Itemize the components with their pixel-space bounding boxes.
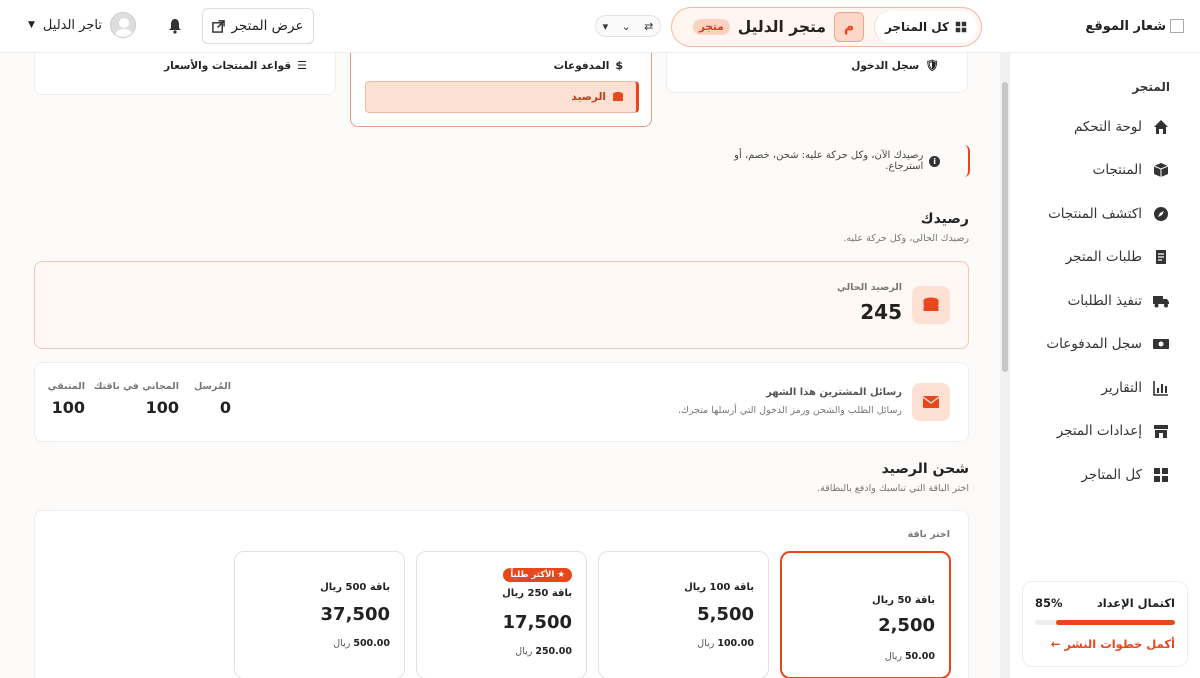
package-option[interactable]: ★ الأكثر طلباً باقة 250 ريال 17,500 250.…	[416, 551, 587, 678]
sliders-icon: ☰	[297, 59, 307, 72]
messages-title: رسائل المشترين هذا الشهر	[766, 387, 902, 398]
stat-free: المجاني في باقتك 100	[93, 381, 179, 417]
tab-balance[interactable]: الرصيد	[365, 81, 639, 113]
boxes-icon	[1152, 161, 1170, 179]
sidebar: شعار الموقع المتجر لوحة التحكم المنتجات …	[1000, 0, 1200, 678]
info-text: رصيدك الآن، وكل حركة عليه: شحن، خصم، أو …	[734, 150, 924, 172]
current-balance-value: 245	[860, 300, 902, 324]
money-icon	[1152, 335, 1170, 353]
store-avatar: م	[833, 12, 864, 42]
sidebar-item-label: المنتجات	[1092, 162, 1142, 179]
store-type-badge: متجر	[692, 19, 730, 35]
pick-package-label: اختر باقة	[907, 529, 950, 540]
bell-icon[interactable]	[168, 18, 182, 34]
envelope-icon	[912, 383, 950, 421]
tab-payments-group: $ المدفوعات الرصيد	[350, 53, 652, 127]
package-option[interactable]: باقة 100 ريال 5,500 100.00ريال	[598, 551, 769, 678]
sidebar-item-label: طلبات المتجر	[1065, 249, 1142, 266]
setup-progress-bar	[1035, 620, 1175, 625]
complete-steps-link[interactable]: أكمل خطوات النشر ←	[1035, 637, 1175, 651]
sidebar-item-products[interactable]: المنتجات	[1010, 149, 1200, 193]
chart-icon	[1152, 379, 1170, 397]
all-stores-button[interactable]: كل المتاجر	[873, 11, 977, 43]
stat-remaining: المتبقي 100	[47, 381, 85, 417]
site-logo[interactable]: شعار الموقع	[1001, 0, 1200, 53]
user-menu[interactable]: تاجر الدليل ▼	[28, 12, 136, 38]
tab-label: قواعد المنتجات والأسعار	[164, 59, 292, 72]
tab-login-log[interactable]: 🛡 سجل الدخول	[666, 53, 968, 93]
home-icon	[1152, 118, 1170, 136]
store-switcher[interactable]: كل المتاجر م متجر الدليل متجر	[671, 7, 982, 47]
swap-icon: ⇄	[644, 19, 654, 33]
store-icon	[1152, 422, 1170, 440]
info-icon: i	[929, 155, 940, 167]
caret-down-icon: ▾	[602, 19, 609, 33]
top-bar: كل المتاجر م متجر الدليل متجر ⇄ ⌄ ▾ عرض …	[0, 0, 1001, 53]
tab-payments[interactable]: $ المدفوعات	[554, 59, 623, 72]
broken-image-icon	[1170, 19, 1184, 33]
main-content: 🛡 سجل الدخول $ المدفوعات الرصيد ☰ قواعد …	[0, 53, 1001, 678]
setup-percent: 85%	[1035, 596, 1063, 610]
user-name: تاجر الدليل	[42, 17, 102, 33]
sidebar-item-all-stores[interactable]: كل المتاجر	[1010, 453, 1200, 497]
sidebar-item-label: سجل المدفوعات	[1046, 336, 1142, 353]
sidebar-item-fulfillment[interactable]: تنفيذ الطلبات	[1010, 279, 1200, 323]
package-option[interactable]: باقة 500 ريال 37,500 500.00ريال	[234, 551, 405, 678]
grid-icon	[955, 21, 967, 33]
sidebar-item-label: كل المتاجر	[1081, 466, 1142, 483]
balance-section-subtitle: رصيدك الحالي، وكل حركة عليه.	[843, 233, 969, 244]
truck-icon	[1152, 292, 1170, 310]
sidebar-item-discover[interactable]: اكتشف المنتجات	[1010, 192, 1200, 236]
buyer-messages-card: رسائل المشترين هذا الشهر رسائل الطلب وال…	[34, 362, 969, 442]
all-stores-label: كل المتاجر	[884, 20, 949, 34]
chevron-down-icon: ⌄	[621, 19, 631, 33]
tab-product-rules[interactable]: ☰ قواعد المنتجات والأسعار	[34, 53, 336, 95]
sidebar-item-payments-log[interactable]: سجل المدفوعات	[1010, 323, 1200, 367]
messages-description: رسائل الطلب والشحن ورمز الدخول التي أرسل…	[678, 405, 902, 416]
sidebar-nav: لوحة التحكم المنتجات اكتشف المنتجات طلبا…	[1010, 105, 1200, 497]
sidebar-item-store-orders[interactable]: طلبات المتجر	[1010, 236, 1200, 280]
avatar	[109, 12, 136, 38]
sidebar-item-store-settings[interactable]: إعدادات المتجر	[1010, 410, 1200, 454]
sidebar-item-label: تنفيذ الطلبات	[1067, 292, 1142, 309]
caret-down-icon: ▼	[28, 20, 35, 30]
shield-icon: 🛡	[925, 59, 939, 72]
store-name: متجر الدليل	[737, 18, 826, 36]
popular-badge: ★ الأكثر طلباً	[503, 568, 572, 582]
sidebar-item-label: اكتشف المنتجات	[1048, 205, 1142, 222]
tab-label: المدفوعات	[553, 59, 610, 72]
topup-section-title: شحن الرصيد	[881, 461, 969, 477]
sidebar-scrollbar[interactable]	[1000, 52, 1010, 678]
view-store-button[interactable]: عرض المتجر	[202, 8, 314, 44]
sidebar-section-label: المتجر	[1132, 80, 1170, 94]
grid-icon	[1152, 466, 1170, 484]
coins-icon	[613, 92, 623, 101]
receipt-icon	[1152, 248, 1170, 266]
info-banner: i رصيدك الآن، وكل حركة عليه: شحن، خصم، أ…	[700, 145, 970, 177]
topup-section-subtitle: اختر الباقة التي تناسبك وادفع بالبطاقة.	[817, 483, 969, 494]
packages-card: اختر باقة باقة 50 ريال 2,500 50.00ريال ب…	[34, 510, 969, 678]
sidebar-item-label: إعدادات المتجر	[1056, 423, 1142, 440]
view-store-label: عرض المتجر	[231, 18, 304, 34]
current-balance-label: الرصيد الحالي	[836, 282, 902, 293]
tab-label: الرصيد	[571, 91, 606, 103]
store-swap-dropdown[interactable]: ⇄ ⌄ ▾	[595, 15, 661, 37]
package-option[interactable]: باقة 50 ريال 2,500 50.00ريال	[780, 551, 951, 678]
balance-section-title: رصيدك	[920, 211, 969, 227]
external-link-icon	[212, 19, 226, 33]
sidebar-item-label: التقارير	[1101, 379, 1142, 396]
dollar-icon: $	[615, 59, 623, 72]
sidebar-item-label: لوحة التحكم	[1073, 118, 1142, 135]
sidebar-item-dashboard[interactable]: لوحة التحكم	[1010, 105, 1200, 149]
coins-icon	[912, 286, 950, 324]
logo-text: شعار الموقع	[1085, 18, 1166, 34]
compass-icon	[1152, 205, 1170, 223]
setup-title: اكتمال الإعداد	[1096, 596, 1175, 610]
sidebar-item-reports[interactable]: التقارير	[1010, 366, 1200, 410]
tab-label: سجل الدخول	[851, 59, 920, 72]
current-balance-card: الرصيد الحالي 245	[34, 261, 969, 349]
setup-progress-card: اكتمال الإعداد 85% أكمل خطوات النشر ←	[1022, 581, 1188, 667]
